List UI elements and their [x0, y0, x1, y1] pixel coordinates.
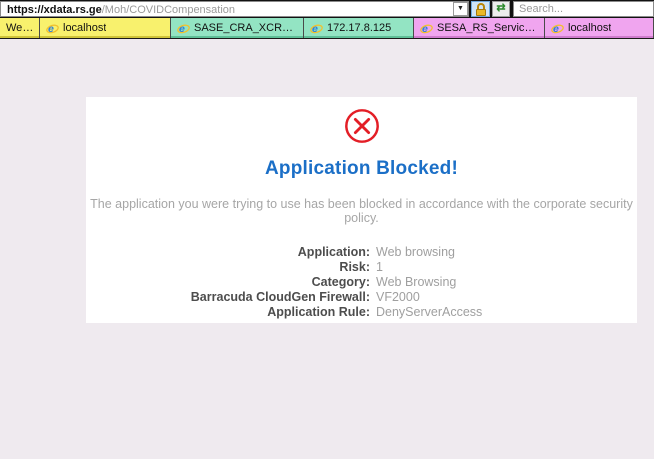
blocked-circle-x-icon [343, 107, 381, 145]
detail-row-application-rule: Application Rule: DenyServerAccess [86, 305, 637, 320]
detail-row-firewall: Barracuda CloudGen Firewall: VF2000 [86, 290, 637, 305]
ie-browser-icon: e [551, 22, 564, 35]
detail-row-category: Category: Web Browsing [86, 275, 637, 290]
chevron-down-icon: ▼ [457, 5, 464, 12]
security-lock-button[interactable] [471, 1, 490, 17]
block-message-card: Application Blocked! The application you… [86, 97, 637, 323]
page-title: Application Blocked! [86, 158, 637, 180]
block-details-list: Application: Web browsing Risk: 1 Catego… [86, 245, 637, 320]
tab-web-services[interactable]: Web Ser... [0, 18, 40, 38]
block-description: The application you were trying to use h… [86, 197, 637, 225]
url-domain: https://xdata.rs.ge [7, 4, 102, 16]
detail-row-application: Application: Web browsing [86, 245, 637, 260]
tab-bar: Web Ser... e localhost e SASE_CRA_XCRMS_… [0, 18, 654, 39]
detail-value: Web Browsing [376, 275, 456, 290]
detail-value: DenyServerAccess [376, 305, 482, 320]
page-background: Application Blocked! The application you… [0, 39, 654, 459]
url-path: /Moh/COVIDCompensation [102, 4, 235, 16]
address-bar[interactable]: https://xdata.rs.ge/Moh/COVIDCompensatio… [0, 1, 469, 17]
browser-chrome: https://xdata.rs.ge/Moh/COVIDCompensatio… [0, 0, 654, 18]
tab-sesa-rs-service[interactable]: e SESA_RS_Service Web ... [414, 18, 545, 38]
tab-label: SESA_RS_Service Web ... [437, 22, 539, 34]
tab-label: localhost [568, 22, 611, 34]
refresh-icon: ⇄ [496, 2, 505, 14]
detail-label: Category: [86, 275, 370, 290]
detail-label: Application: [86, 245, 370, 260]
tab-localhost-1[interactable]: e localhost [40, 18, 171, 38]
detail-label: Risk: [86, 260, 370, 275]
tab-label: Web Ser... [6, 22, 34, 34]
detail-value: VF2000 [376, 290, 420, 305]
tab-localhost-2[interactable]: e localhost [545, 18, 654, 38]
tab-sase-cra-xcrms[interactable]: e SASE_CRA_XCRMS_Ser... [171, 18, 304, 38]
address-dropdown-button[interactable]: ▼ [453, 2, 468, 16]
detail-label: Barracuda CloudGen Firewall: [86, 290, 370, 305]
detail-value: Web browsing [376, 245, 455, 260]
tab-172-17-8-125[interactable]: e 172.17.8.125 [304, 18, 414, 38]
detail-value: 1 [376, 260, 383, 275]
tab-label: localhost [63, 22, 106, 34]
refresh-button[interactable]: ⇄ [492, 1, 510, 17]
tab-label: SASE_CRA_XCRMS_Ser... [194, 22, 298, 34]
ie-browser-icon: e [420, 22, 433, 35]
detail-label: Application Rule: [86, 305, 370, 320]
ie-browser-icon: e [46, 22, 59, 35]
detail-row-risk: Risk: 1 [86, 260, 637, 275]
ie-browser-icon: e [310, 22, 323, 35]
search-input[interactable] [513, 1, 654, 17]
ie-browser-icon: e [177, 22, 190, 35]
tab-label: 172.17.8.125 [327, 22, 391, 34]
lock-icon [472, 3, 489, 16]
